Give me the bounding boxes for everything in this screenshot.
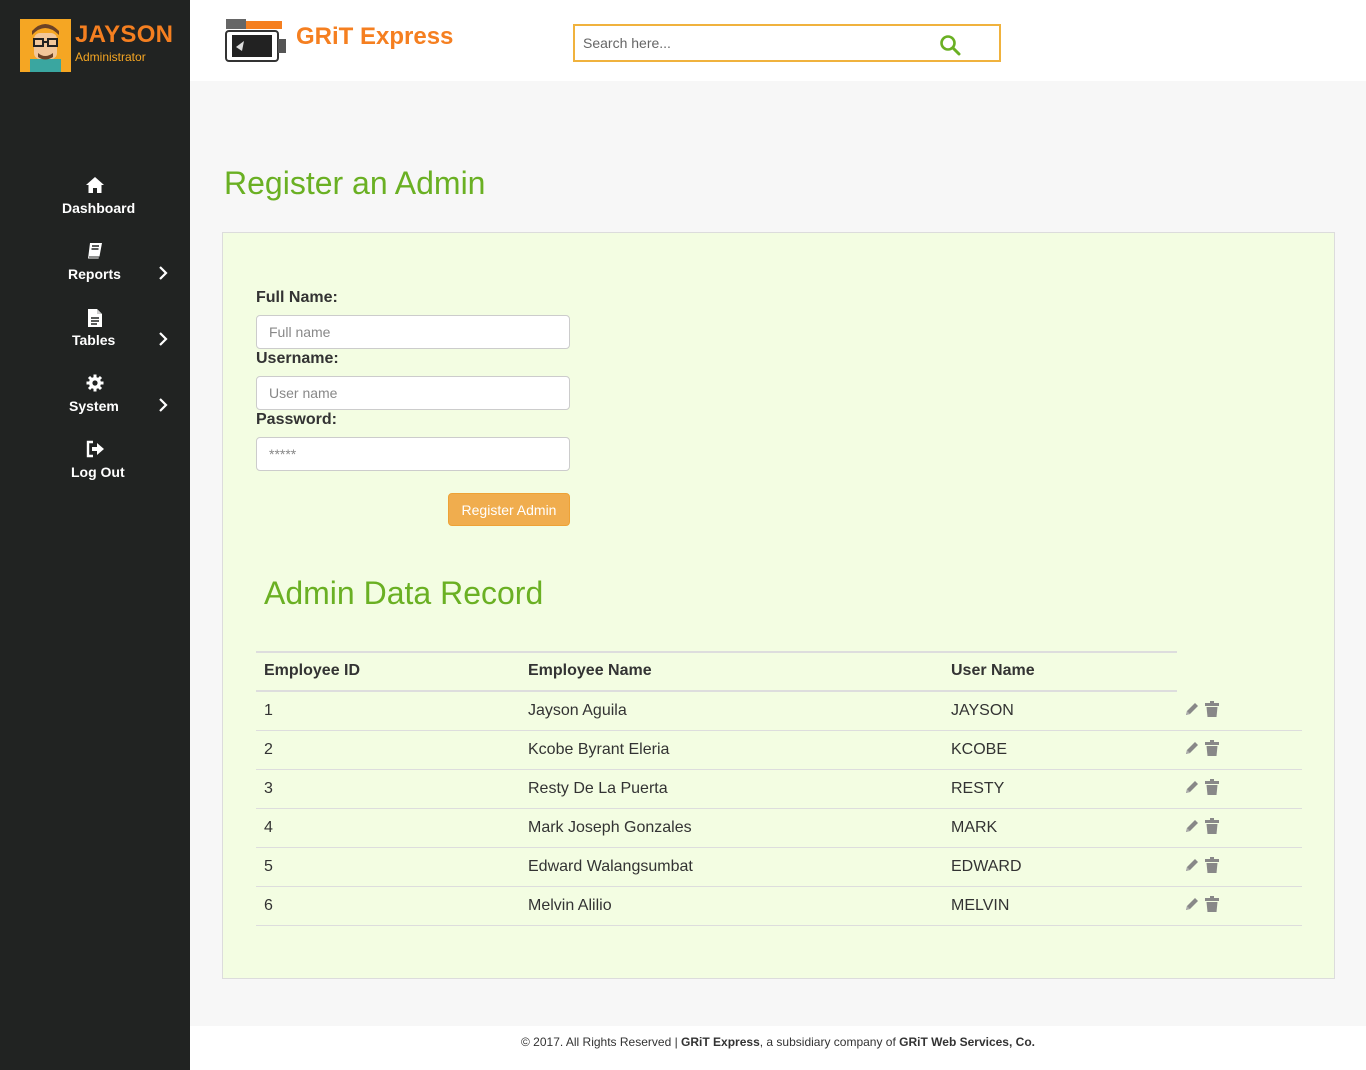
table-row: 2 Kcobe Byrant Eleria KCOBE [256,731,1302,770]
cell-employee-name: Resty De La Puerta [528,780,668,797]
edit-icon[interactable] [1183,817,1201,835]
password-field[interactable] [256,437,570,471]
sidebar-item-label: Log Out [71,464,125,480]
search-box [573,24,1001,62]
sidebar-item-label: Reports [68,266,121,282]
admin-table: Employee ID Employee Name User Name 1 Jay… [256,651,1302,926]
sidebar-item-reports[interactable]: Reports [0,236,190,302]
full-name-label: Full Name: [256,289,338,306]
row-actions [1183,895,1223,915]
sidebar-item-label: Dashboard [62,200,136,216]
chevron-right-icon [159,398,168,412]
search-icon[interactable] [939,34,961,56]
footer-brand: GRiT Express [681,1035,760,1049]
chevron-right-icon [159,266,168,280]
gear-icon [86,374,104,392]
column-header: Employee Name [528,662,652,679]
avatar [20,19,71,72]
row-actions [1183,700,1223,720]
home-icon [86,177,104,193]
cell-employee-id: 3 [264,780,273,797]
sidebar-item-label: System [69,398,119,414]
cell-employee-id: 2 [264,741,273,758]
delete-icon[interactable] [1203,895,1221,913]
table-row: 6 Melvin Alilio MELVIN [256,887,1302,926]
records-title: Admin Data Record [264,575,544,611]
row-actions [1183,739,1223,759]
user-profile: JAYSON Administrator [20,19,190,73]
cell-user-name: RESTY [951,780,1005,797]
footer-copyright: © 2017. All Rights Reserved | [521,1035,682,1049]
row-actions [1183,817,1223,837]
cell-user-name: MELVIN [951,897,1010,914]
column-header: User Name [951,662,1035,679]
chevron-right-icon [159,332,168,346]
sidebar: JAYSON Administrator Dashboard Reports T… [0,0,190,1070]
profile-name: JAYSON [75,21,174,48]
cell-employee-id: 6 [264,897,273,914]
table-row: 1 Jayson Aguila JAYSON [256,692,1302,731]
edit-icon[interactable] [1183,895,1201,913]
cell-user-name: MARK [951,819,998,836]
footer-company: GRiT Web Services, Co. [899,1035,1035,1049]
search-input[interactable] [575,26,925,60]
book-icon [88,243,102,260]
cell-employee-name: Melvin Alilio [528,897,612,914]
delete-icon[interactable] [1203,817,1221,835]
delete-icon[interactable] [1203,739,1221,757]
footer-middle: , a subsidiary company of [759,1035,900,1049]
cell-employee-id: 1 [264,702,273,719]
password-label: Password: [256,411,337,428]
cell-user-name: JAYSON [951,702,1014,719]
row-actions [1183,778,1223,798]
cell-employee-name: Jayson Aguila [528,702,627,719]
row-actions [1183,856,1223,876]
profile-role: Administrator [75,50,146,64]
sidebar-item-tables[interactable]: Tables [0,302,190,368]
register-panel: Full Name: Username: Password: Register … [222,232,1335,979]
logo [224,17,288,65]
cell-employee-id: 4 [264,819,273,836]
table-row: 3 Resty De La Puerta RESTY [256,770,1302,809]
file-icon [88,309,102,327]
footer: © 2017. All Rights Reserved | GRiT Expre… [190,1026,1366,1070]
edit-icon[interactable] [1183,856,1201,874]
delete-icon[interactable] [1203,778,1221,796]
sidebar-item-label: Tables [72,332,116,348]
delete-icon[interactable] [1203,856,1221,874]
edit-icon[interactable] [1183,778,1201,796]
cell-user-name: KCOBE [951,741,1008,758]
table-header: Employee ID Employee Name User Name [256,651,1177,692]
username-label: Username: [256,350,339,367]
edit-icon[interactable] [1183,700,1201,718]
sidebar-item-logout[interactable]: Log Out [0,434,190,500]
full-name-field[interactable] [256,315,570,349]
brand-name: GRiT Express [296,23,454,50]
register-admin-button[interactable]: Register Admin [448,493,570,526]
table-row: 5 Edward Walangsumbat EDWARD [256,848,1302,887]
cell-employee-name: Kcobe Byrant Eleria [528,741,670,758]
logout-icon [86,440,104,458]
sidebar-nav: Dashboard Reports Tables System Log Out [0,170,190,500]
top-header: GRiT Express [190,0,1366,81]
cell-user-name: EDWARD [951,858,1022,875]
column-header: Employee ID [264,662,361,679]
username-field[interactable] [256,376,570,410]
cell-employee-id: 5 [264,858,273,875]
delete-icon[interactable] [1203,700,1221,718]
sidebar-item-system[interactable]: System [0,368,190,434]
sidebar-item-dashboard[interactable]: Dashboard [0,170,190,236]
cell-employee-name: Edward Walangsumbat [528,858,693,875]
table-row: 4 Mark Joseph Gonzales MARK [256,809,1302,848]
edit-icon[interactable] [1183,739,1201,757]
cell-employee-name: Mark Joseph Gonzales [528,819,692,836]
page-title: Register an Admin [224,165,486,201]
